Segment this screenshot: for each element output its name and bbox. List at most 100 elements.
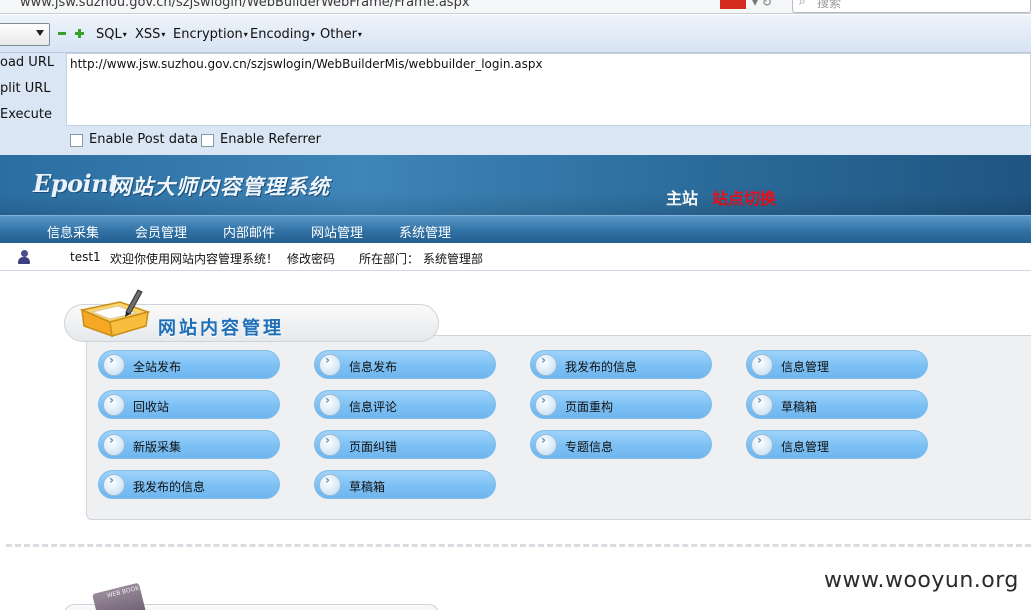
btn-drafts-2[interactable]: › 草稿箱	[314, 470, 496, 499]
caret-icon: ▾	[310, 30, 315, 39]
plus-icon-vertical	[78, 29, 81, 38]
btn-my-published-2[interactable]: › 我发布的信息	[98, 470, 280, 499]
menu-other[interactable]: Other▾	[320, 27, 362, 42]
circle-arrow-icon	[751, 354, 773, 376]
address-url[interactable]: www.jsw.suzhou.gov.cn/szjswlogin/WebBuil…	[20, 0, 470, 10]
btn-label: 草稿箱	[781, 400, 818, 414]
btn-page-rebuild[interactable]: › 页面重构	[530, 390, 712, 419]
btn-topic-info[interactable]: › 专题信息	[530, 430, 712, 459]
btn-info-manage[interactable]: › 信息管理	[746, 350, 928, 379]
nav-member-manage[interactable]: 会员管理	[135, 222, 187, 241]
enable-referrer-label: Enable Referrer	[220, 132, 321, 147]
menu-encryption[interactable]: Encryption▾	[173, 27, 248, 42]
book-icon: WEB BOOK	[92, 582, 146, 610]
hackbar-dropdown[interactable]	[0, 23, 50, 46]
main-nav: 信息采集 会员管理 内部邮件 网站管理 系统管理	[0, 215, 1031, 243]
btn-full-publish[interactable]: › 全站发布	[98, 350, 280, 379]
circle-arrow-icon	[103, 394, 125, 416]
hackbar: SQL▾ XSS▾ Encryption▾ Encoding▾ Other▾ o…	[0, 15, 1031, 155]
epoint-logo: Epoint	[33, 169, 119, 198]
caret-icon: ▾	[243, 30, 248, 39]
btn-info-manage-2[interactable]: › 信息管理	[746, 430, 928, 459]
chevron-right-icon: ›	[109, 393, 114, 407]
cms-header: Epoint 网站大师内容管理系统 主站 站点切换	[0, 155, 1031, 215]
chevron-right-icon: ›	[541, 433, 546, 447]
menu-label: Encoding	[250, 27, 310, 42]
menu-sql[interactable]: SQL▾	[96, 27, 127, 42]
folder-pencil-icon	[79, 289, 151, 338]
chevron-right-icon: ›	[541, 393, 546, 407]
btn-label: 信息管理	[781, 440, 830, 454]
circle-arrow-icon	[103, 474, 125, 496]
menu-label: Encryption	[173, 27, 243, 42]
btn-recycle-bin[interactable]: › 回收站	[98, 390, 280, 419]
watermark: www.wooyun.org	[824, 568, 1019, 593]
menu-encoding[interactable]: Encoding▾	[250, 27, 315, 42]
change-password-link[interactable]: 修改密码	[287, 250, 335, 267]
chevron-right-icon: ›	[109, 353, 114, 367]
user-bar: test1 欢迎你使用网站内容管理系统！ 修改密码 所在部门： 系统管理部	[0, 244, 1031, 271]
btn-label: 我发布的信息	[133, 480, 206, 494]
menu-label: Other	[320, 27, 357, 42]
site-switch-link[interactable]: 站点切换	[712, 185, 776, 209]
book-label: WEB BOOK	[106, 584, 141, 600]
dashed-divider	[6, 544, 1031, 547]
search-box[interactable]: ⌕ 搜索	[792, 0, 1031, 13]
minus-icon[interactable]	[58, 32, 66, 35]
enable-post-checkbox[interactable]	[70, 134, 83, 147]
nav-system-manage[interactable]: 系统管理	[399, 222, 451, 241]
btn-drafts[interactable]: › 草稿箱	[746, 390, 928, 419]
chevron-right-icon: ›	[541, 353, 546, 367]
caret-icon: ▾	[161, 30, 166, 39]
nav-internal-mail[interactable]: 内部邮件	[223, 222, 275, 241]
hackbar-url-textarea[interactable]: http://www.jsw.suzhou.gov.cn/szjswlogin/…	[66, 53, 1031, 126]
btn-page-error-report[interactable]: › 页面纠错	[314, 430, 496, 459]
nav-site-manage[interactable]: 网站管理	[311, 222, 363, 241]
hackbar-options: Enable Post data Enable Referrer	[0, 127, 1031, 155]
execute-button[interactable]: Execute	[0, 107, 52, 122]
user-icon	[18, 250, 30, 264]
search-icon: ⌕	[799, 0, 806, 8]
circle-arrow-icon	[319, 434, 341, 456]
screen: www.jsw.suzhou.gov.cn/szjswlogin/WebBuil…	[0, 0, 1031, 610]
chevron-down-icon	[36, 30, 44, 36]
caret-icon: ▾	[357, 30, 362, 39]
hackbar-url-value: http://www.jsw.suzhou.gov.cn/szjswlogin/…	[70, 57, 543, 71]
welcome-text: 欢迎你使用网站内容管理系统！	[110, 252, 279, 266]
btn-info-comments[interactable]: › 信息评论	[314, 390, 496, 419]
circle-arrow-icon	[319, 474, 341, 496]
reload-icon[interactable]: ▾ ↻	[752, 0, 772, 9]
circle-arrow-icon	[751, 434, 773, 456]
nav-info-collect[interactable]: 信息采集	[47, 222, 99, 241]
search-placeholder: 搜索	[817, 0, 842, 10]
btn-label: 专题信息	[565, 440, 614, 454]
hackbar-side-actions: oad URL plit URL Execute	[0, 53, 66, 127]
circle-arrow-icon	[535, 434, 557, 456]
split-url-button[interactable]: plit URL	[0, 81, 51, 96]
btn-label: 新版采集	[133, 440, 182, 454]
circle-arrow-icon	[103, 354, 125, 376]
circle-arrow-icon	[319, 394, 341, 416]
flag-icon	[720, 0, 746, 9]
current-site: 主站	[666, 189, 699, 208]
btn-info-publish[interactable]: › 信息发布	[314, 350, 496, 379]
btn-my-published[interactable]: › 我发布的信息	[530, 350, 712, 379]
load-url-button[interactable]: oad URL	[0, 55, 54, 70]
panel-title: 网站内容管理	[158, 318, 284, 339]
circle-arrow-icon	[319, 354, 341, 376]
btn-label: 页面重构	[565, 400, 614, 414]
menu-xss[interactable]: XSS▾	[135, 27, 165, 42]
department-label: 所在部门：	[359, 252, 420, 266]
username: test1	[70, 250, 101, 264]
chevron-right-icon: ›	[757, 353, 762, 367]
chevron-right-icon: ›	[757, 433, 762, 447]
chevron-right-icon: ›	[757, 393, 762, 407]
enable-referrer-checkbox[interactable]	[201, 134, 214, 147]
system-title: 网站大师内容管理系统	[110, 175, 330, 199]
chevron-right-icon: ›	[325, 353, 330, 367]
circle-arrow-icon	[535, 394, 557, 416]
btn-label: 我发布的信息	[565, 360, 638, 374]
btn-new-collect[interactable]: › 新版采集	[98, 430, 280, 459]
btn-label: 草稿箱	[349, 480, 386, 494]
btn-label: 全站发布	[133, 360, 182, 374]
